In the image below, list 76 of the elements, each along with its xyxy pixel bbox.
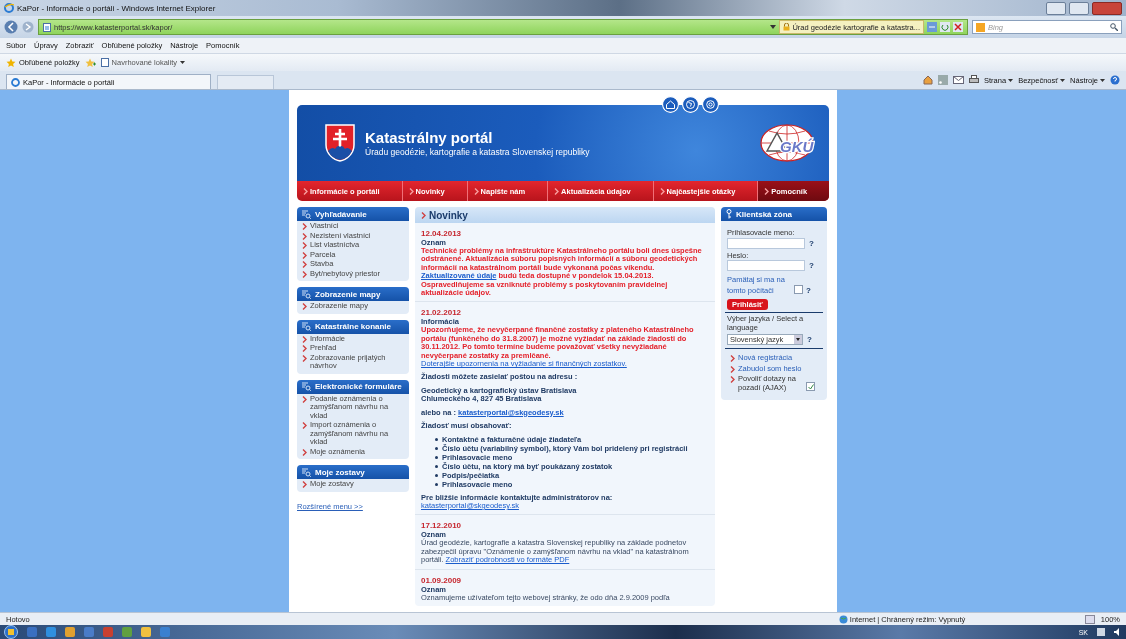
close-button[interactable] [1092,1,1122,15]
checkmark-icon [807,384,814,390]
print-icon[interactable] [969,75,980,85]
chevron-icon [473,187,479,195]
news-date: 12.04.2013 [421,229,463,238]
search-list-icon [302,209,311,219]
star-icon [6,57,16,68]
help-link[interactable]: ? [809,238,814,248]
coat-of-arms-icon [325,124,355,162]
globe-icon [838,614,848,624]
search-list-icon [302,289,311,299]
dropdown-arrow-icon [770,25,777,29]
mail-icon[interactable] [953,76,965,84]
news-date: 21.02.2012 [421,308,463,318]
remember-me-checkbox[interactable] [794,285,803,294]
add-favorite-icon[interactable] [84,57,96,68]
sidebar-panel-title: Elektronické formuláre [315,382,402,391]
chevron-icon [764,187,770,195]
ajax-checkbox[interactable] [806,382,815,391]
back-button[interactable] [4,20,18,34]
lock-icon [783,23,791,31]
dropdown-arrow-icon [794,335,802,344]
chevron-icon [302,422,307,429]
chevron-icon [554,187,560,195]
bullet-icon [435,446,438,450]
forward-button[interactable] [22,21,34,33]
search-list-icon [302,467,311,477]
chevron-icon [302,395,307,403]
window-title: KaPor - Informácie o portáli - Windows Internet Explorer [17,3,216,13]
portal-title: Katastrálny portál [365,129,494,146]
help-link[interactable]: ? [809,261,814,270]
chevron-icon [408,187,414,195]
help-link[interactable]: ? [806,285,811,296]
sidebar-panel-title: Katastrálne konanie [315,322,392,331]
ie-logo-icon [4,3,14,13]
client-zone-title: Klientská zóna [736,209,792,219]
bullet-icon [435,437,438,441]
bullet-icon [435,455,438,459]
chevron-icon [302,481,307,488]
chevron-icon [421,211,426,219]
bullet-icon [435,473,438,477]
key-icon [726,209,732,219]
help-link[interactable]: ? [807,335,812,344]
stop-icon[interactable] [953,22,963,32]
sidebar-panel-title: Vyhľadávanie [315,209,367,219]
minimize-button[interactable] [1046,1,1066,15]
start-orb-icon[interactable] [4,625,18,639]
maximize-button[interactable] [1069,1,1089,15]
help-icon[interactable] [1110,75,1120,85]
news-heading: Novinky [429,209,468,221]
ie-logo-icon [11,77,20,87]
page-icon [100,58,109,67]
chevron-icon [302,303,307,310]
news-date: 17.12.2010 [421,521,463,531]
chevron-icon [303,187,308,195]
search-list-icon [302,382,311,391]
search-icon[interactable] [1110,23,1118,31]
sidebar-panel-title: Zobrazenie mapy [315,289,381,299]
home-icon[interactable] [923,75,934,85]
volume-icon[interactable] [1114,628,1122,636]
password-input[interactable] [727,260,805,271]
news-date: 01.09.2009 [421,575,463,585]
search-list-icon [302,322,311,331]
portal-subtitle: Úradu geodézie, kartografie a katastra Slovenskej republiky [365,147,591,157]
bullet-icon [435,482,438,486]
refresh-icon[interactable] [940,22,950,32]
login-input[interactable] [727,237,805,249]
chevron-icon [302,448,307,456]
caret-icon [1060,78,1066,82]
sidebar-panel-title: Moje zostavy [315,467,365,477]
caret-icon [180,61,185,64]
bullet-icon [435,464,438,468]
page-icon [43,22,51,32]
chevron-icon [659,187,665,195]
caret-icon [1100,78,1105,82]
caret-icon [1008,78,1014,82]
